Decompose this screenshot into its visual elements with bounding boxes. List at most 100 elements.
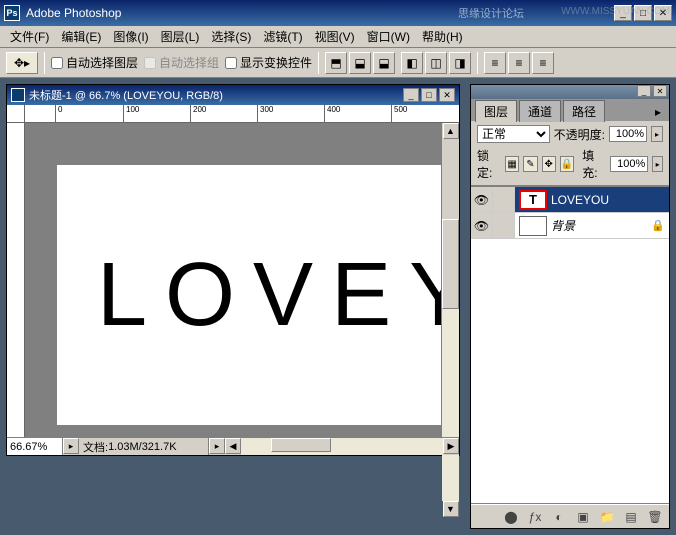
distribute-bottom-icon[interactable]: ≡	[532, 52, 554, 74]
auto-select-group-label: 自动选择组	[159, 54, 219, 71]
status-menu-icon[interactable]: ▸	[63, 438, 79, 454]
link-column[interactable]	[493, 187, 515, 212]
tab-layers[interactable]: 图层	[475, 100, 517, 122]
delete-layer-icon[interactable]: 🗑	[645, 508, 665, 526]
app-icon: Ps	[4, 5, 20, 21]
doc-close-button[interactable]: ✕	[439, 88, 455, 102]
layer-thumbnail[interactable]	[519, 216, 547, 236]
separator	[44, 52, 45, 74]
move-tool-icon[interactable]: ✥▸	[6, 52, 38, 74]
panel-minimize-button[interactable]: _	[637, 85, 651, 97]
menu-image[interactable]: 图像(I)	[107, 26, 154, 47]
layer-mask-icon[interactable]: ◐	[549, 508, 569, 526]
status-arrow-icon[interactable]: ▸	[209, 438, 225, 454]
auto-select-layer-checkbox[interactable]: 自动选择图层	[51, 54, 138, 71]
scrollbar-vertical[interactable]: ▲ ▼	[441, 123, 459, 437]
link-column[interactable]	[493, 213, 515, 238]
menu-help[interactable]: 帮助(H)	[416, 26, 469, 47]
tab-channels[interactable]: 通道	[519, 100, 561, 122]
align-hcenter-icon[interactable]: ◫	[425, 52, 447, 74]
auto-select-layer-label: 自动选择图层	[66, 54, 138, 71]
lock-position-icon[interactable]: ✥	[542, 156, 556, 172]
tab-paths[interactable]: 路径	[563, 100, 605, 122]
distribute-vcenter-icon[interactable]: ≡	[508, 52, 530, 74]
lock-transparency-icon[interactable]: ▦	[505, 156, 519, 172]
visibility-toggle-icon[interactable]: 👁	[471, 213, 493, 238]
lock-indicator-icon: 🔒	[651, 219, 669, 232]
layer-row[interactable]: 👁 T LOVEYOU	[471, 187, 669, 213]
fill-arrow-icon[interactable]: ▸	[652, 156, 663, 172]
options-bar: ✥▸ 自动选择图层 自动选择组 显示变换控件 ⬒ ⬓ ⬓ ◧ ◫ ◨ ≡ ≡ ≡	[0, 48, 676, 78]
layer-thumbnail[interactable]: T	[519, 190, 547, 210]
ruler-origin[interactable]	[7, 105, 25, 123]
separator	[318, 52, 319, 74]
doc-maximize-button[interactable]: □	[421, 88, 437, 102]
menu-file[interactable]: 文件(F)	[4, 26, 55, 47]
opacity-input[interactable]	[609, 126, 647, 142]
doc-minimize-button[interactable]: _	[403, 88, 419, 102]
canvas-text-content: LOVEY	[97, 244, 441, 347]
scroll-down-icon[interactable]: ▼	[443, 501, 459, 517]
watermark-url: WWW.MISSYUAN.COM	[561, 6, 670, 17]
new-layer-icon[interactable]: ▤	[621, 508, 641, 526]
document-title: 未标题-1 @ 66.7% (LOVEYOU, RGB/8)	[29, 87, 223, 103]
show-transform-checkbox[interactable]: 显示变换控件	[225, 54, 312, 71]
visibility-toggle-icon[interactable]: 👁	[471, 187, 493, 212]
layer-row[interactable]: 👁 背景 🔒	[471, 213, 669, 239]
opacity-arrow-icon[interactable]: ▸	[651, 126, 663, 142]
layer-name[interactable]: LOVEYOU	[551, 193, 669, 207]
panel-menu-icon[interactable]: ▸	[651, 103, 665, 121]
layers-list: 👁 T LOVEYOU 👁 背景 🔒	[471, 186, 669, 504]
panel-titlebar[interactable]: _ ✕	[471, 85, 669, 99]
app-title: Adobe Photoshop	[26, 6, 458, 20]
align-vcenter-icon[interactable]: ⬓	[349, 52, 371, 74]
status-label: 文档:	[83, 439, 108, 455]
lock-label: 锁定:	[477, 147, 501, 181]
align-bottom-icon[interactable]: ⬓	[373, 52, 395, 74]
show-transform-label: 显示变换控件	[240, 54, 312, 71]
menu-filter[interactable]: 滤镜(T)	[257, 26, 308, 47]
layers-panel: _ ✕ 图层 通道 路径 ▸ 正常 不透明度: ▸ 锁定: ▦ ✎ ✥	[470, 84, 670, 529]
new-group-icon[interactable]: 📁	[597, 508, 617, 526]
panel-tabs: 图层 通道 路径 ▸	[471, 99, 669, 121]
lock-all-icon[interactable]: 🔒	[560, 156, 574, 172]
adjustment-layer-icon[interactable]: ▣	[573, 508, 593, 526]
fill-input[interactable]	[610, 156, 648, 172]
menu-edit[interactable]: 编辑(E)	[55, 26, 107, 47]
ruler-horizontal[interactable]: 0 100 200 300 400 500	[25, 105, 459, 123]
status-bar: 文档: 1.03M/321.7K	[79, 438, 209, 455]
scrollbar-horizontal[interactable]	[241, 438, 443, 455]
menubar: 文件(F) 编辑(E) 图像(I) 图层(L) 选择(S) 滤镜(T) 视图(V…	[0, 26, 676, 48]
blend-mode-select[interactable]: 正常	[477, 125, 550, 143]
menu-view[interactable]: 视图(V)	[309, 26, 361, 47]
scroll-left-icon[interactable]: ◀	[225, 438, 241, 454]
canvas-viewport[interactable]: LOVEY	[25, 123, 441, 437]
scroll-up-icon[interactable]: ▲	[443, 123, 459, 139]
align-top-icon[interactable]: ⬒	[325, 52, 347, 74]
menu-layer[interactable]: 图层(L)	[155, 26, 206, 47]
panel-close-button[interactable]: ✕	[653, 85, 667, 97]
lock-pixels-icon[interactable]: ✎	[523, 156, 537, 172]
ruler-vertical[interactable]	[7, 123, 25, 437]
layer-name[interactable]: 背景	[551, 217, 651, 234]
scroll-right-icon[interactable]: ▶	[443, 438, 459, 454]
panel-footer: ⬤ ƒx ◐ ▣ 📁 ▤ 🗑	[471, 504, 669, 528]
separator	[477, 52, 478, 74]
fill-label: 填充:	[582, 147, 606, 181]
link-layers-icon[interactable]: ⬤	[501, 508, 521, 526]
align-left-icon[interactable]: ◧	[401, 52, 423, 74]
auto-select-group-checkbox[interactable]: 自动选择组	[144, 54, 219, 71]
menu-window[interactable]: 窗口(W)	[361, 26, 416, 47]
menu-select[interactable]: 选择(S)	[205, 26, 257, 47]
main-area: 未标题-1 @ 66.7% (LOVEYOU, RGB/8) _ □ ✕ 0 1…	[0, 78, 676, 531]
document-icon	[11, 88, 25, 102]
canvas[interactable]: LOVEY	[57, 165, 441, 425]
document-titlebar[interactable]: 未标题-1 @ 66.7% (LOVEYOU, RGB/8) _ □ ✕	[7, 85, 459, 105]
layer-style-icon[interactable]: ƒx	[525, 508, 545, 526]
zoom-input[interactable]: 66.67%	[7, 438, 63, 455]
opacity-label: 不透明度:	[554, 126, 605, 143]
status-size: 1.03M/321.7K	[108, 441, 177, 453]
document-window: 未标题-1 @ 66.7% (LOVEYOU, RGB/8) _ □ ✕ 0 1…	[6, 84, 460, 456]
align-right-icon[interactable]: ◨	[449, 52, 471, 74]
distribute-top-icon[interactable]: ≡	[484, 52, 506, 74]
